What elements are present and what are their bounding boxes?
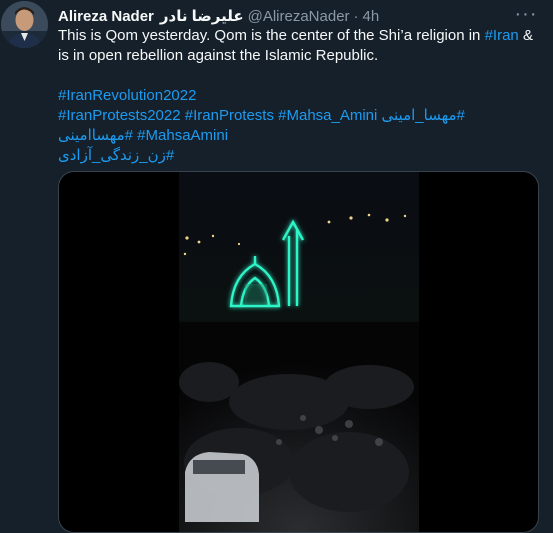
tweet-text-part1: This is Qom yesterday. Qom is the center… (58, 27, 485, 44)
hashtag-iran[interactable]: #Iran (485, 27, 519, 44)
more-options-icon[interactable]: ··· (509, 2, 543, 26)
author-name[interactable]: Alireza Nader (58, 8, 154, 25)
hashtag-woman-life-freedom[interactable]: #زن_زندگی_آزادی (58, 146, 174, 166)
tweet-header: Alireza Nader علیرضا نادر @AlirezaNader … (58, 6, 379, 26)
hashtag-mahsa-amini[interactable]: #Mahsa_Amini (278, 107, 377, 124)
hashtag-iranprotests[interactable]: #IranProtests (185, 107, 274, 124)
hashtag-mahsa-amini-farsi[interactable]: #مهسا_امینی (382, 106, 465, 126)
hashtag-iranrevolution2022[interactable]: #IranRevolution2022 (58, 87, 196, 104)
tweet-main-text: This is Qom yesterday. Qom is the center… (58, 26, 543, 66)
timestamp[interactable]: 4h (363, 8, 380, 25)
hashtag-iranprotests2022[interactable]: #IranProtests2022 (58, 107, 181, 124)
author-name-farsi[interactable]: علیرضا نادر (160, 7, 244, 25)
hashtag-mahsaamini[interactable]: #MahsaAmini (137, 127, 228, 144)
video-thumbnail (179, 172, 419, 532)
tweet-text: This is Qom yesterday. Qom is the center… (58, 26, 543, 166)
hashtag-mahsaamini-farsi[interactable]: #مهساامینی (58, 126, 133, 146)
video-player[interactable] (58, 171, 539, 533)
avatar[interactable] (1, 1, 48, 48)
author-handle[interactable]: @AlirezaNader (248, 8, 350, 25)
tweet-card[interactable]: Alireza Nader علیرضا نادر @AlirezaNader … (0, 0, 553, 533)
separator-dot: · (353, 7, 359, 25)
